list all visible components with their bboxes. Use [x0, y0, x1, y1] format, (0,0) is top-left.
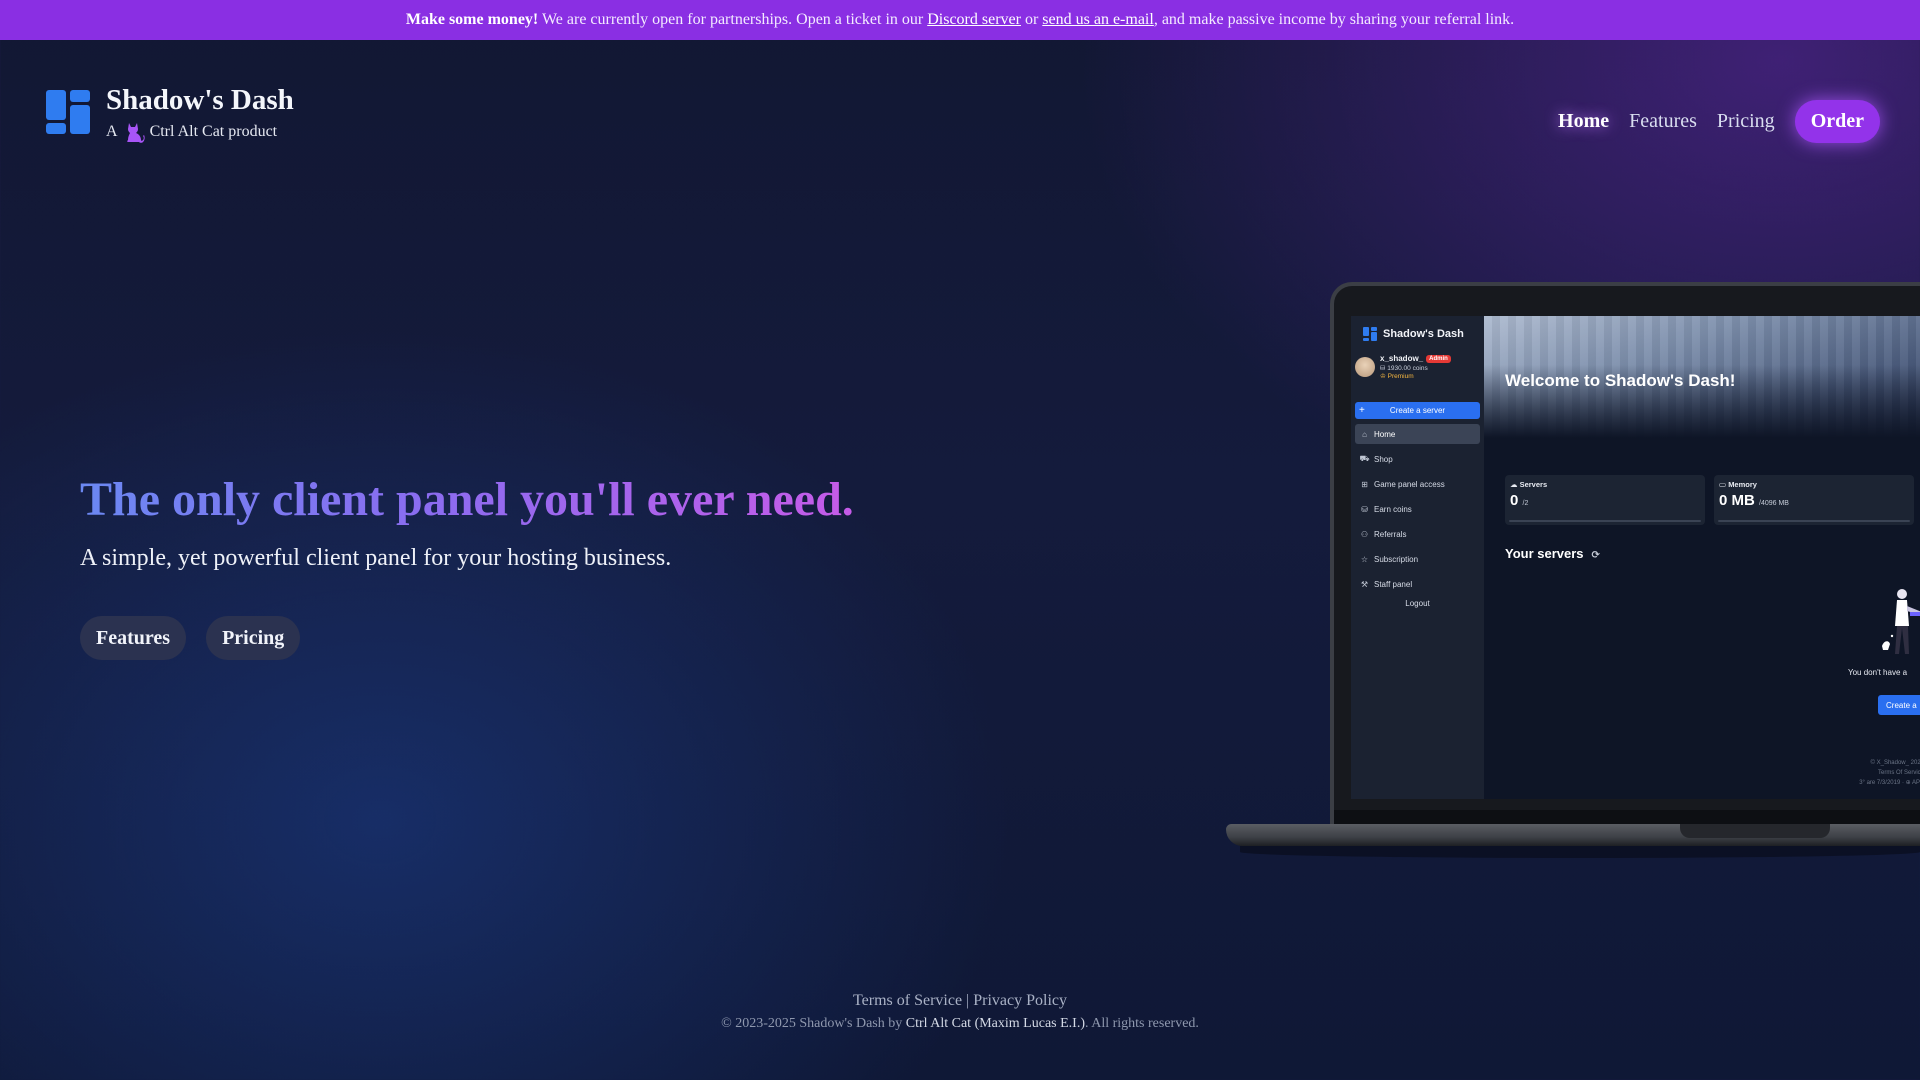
- empty-state-button: Create a: [1878, 695, 1920, 715]
- plus-icon: +: [1359, 405, 1365, 416]
- brand[interactable]: Shadow's Dash A Ctrl Alt Cat product: [46, 84, 294, 144]
- nav-features[interactable]: Features: [1629, 110, 1697, 133]
- servers-stat-label: Servers: [1519, 480, 1548, 489]
- discord-link[interactable]: Discord server: [927, 11, 1021, 29]
- servers-stat-card: ☁ Servers 0 /2: [1505, 475, 1705, 525]
- cloud-icon: ☁: [1510, 480, 1518, 489]
- preview-menu-item: ☆ Subscription: [1355, 549, 1480, 569]
- gamepad-icon: ⊞: [1361, 479, 1368, 489]
- privacy-link[interactable]: Privacy Policy: [973, 992, 1067, 1009]
- laptop-lid-bottom: [1334, 810, 1920, 824]
- banner-text-3: , and make passive income by sharing you…: [1153, 11, 1515, 28]
- preview-logout: Logout: [1405, 599, 1430, 608]
- crown-icon: ♔: [1380, 373, 1386, 380]
- nav-pricing[interactable]: Pricing: [1717, 110, 1775, 133]
- preview-brand: Shadow's Dash: [1363, 327, 1464, 341]
- nav-home[interactable]: Home: [1558, 110, 1609, 133]
- copyright-owner: Ctrl Alt Cat (Maxim Lucas E.I.): [905, 1016, 1085, 1031]
- email-link[interactable]: send us an e-mail: [1042, 11, 1154, 29]
- preview-menu-label: Home: [1374, 429, 1396, 439]
- copyright-prefix: © 2023-2025 Shadow's Dash by: [721, 1016, 906, 1031]
- preview-menu-item: ⚇ Referrals: [1355, 524, 1480, 544]
- servers-stat-value: 0: [1510, 492, 1519, 509]
- memory-progress-bar: [1718, 520, 1910, 522]
- announcement-banner: Make some money! We are currently open f…: [0, 0, 1920, 40]
- preview-footer-line: © X_Shadow_ 2023: [1870, 760, 1920, 766]
- preview-sidebar: Shadow's Dash x_shadow_ Admin ⛁ 1930.00 …: [1351, 316, 1484, 799]
- preview-menu-item: ⊞ Game panel access: [1355, 474, 1480, 494]
- coins-icon: ⛁: [1380, 365, 1386, 372]
- preview-menu-label: Earn coins: [1374, 504, 1412, 514]
- pricing-button[interactable]: Pricing: [206, 616, 301, 660]
- preview-plan: Premium: [1387, 373, 1414, 380]
- preview-menu-item: ⛁ Earn coins: [1355, 499, 1480, 519]
- memory-stat-value: 0 MB: [1719, 492, 1755, 509]
- copyright-suffix: . All rights reserved.: [1084, 1016, 1199, 1031]
- cat-icon: [126, 123, 145, 143]
- brand-subtitle: A Ctrl Alt Cat product: [106, 120, 294, 144]
- preview-create-server-label: Create a server: [1389, 406, 1446, 415]
- banner-lead: Make some money!: [405, 11, 539, 28]
- memory-stat-card: ▭ Memory 0 MB /4096 MB: [1714, 475, 1914, 525]
- star-icon: ☆: [1360, 554, 1369, 564]
- home-icon: ⌂: [1362, 429, 1367, 439]
- preview-welcome: Welcome to Shadow's Dash!: [1505, 371, 1736, 390]
- servers-stat-max: /2: [1522, 500, 1529, 507]
- coins-icon: ⛁: [1361, 504, 1368, 514]
- memory-stat-label: Memory: [1728, 480, 1757, 489]
- preview-menu-label: Staff panel: [1374, 579, 1413, 589]
- hero-subtitle: A simple, yet powerful client panel for …: [80, 545, 672, 571]
- wrench-icon: ⚒: [1360, 579, 1369, 589]
- laptop-shadow: [1240, 846, 1920, 858]
- empty-state-illustration: [1882, 589, 1920, 654]
- preview-menu-label: Referrals: [1374, 529, 1407, 539]
- hero-buttons: Features Pricing: [80, 616, 320, 660]
- preview-menu-item: ⌂ Home: [1355, 424, 1480, 444]
- brand-sub-company: Ctrl Alt Cat product: [149, 123, 278, 140]
- preview-brand-title: Shadow's Dash: [1383, 328, 1464, 340]
- brand-sub-prefix: A: [106, 123, 118, 140]
- laptop-notch: [1680, 824, 1830, 838]
- your-servers-title: Your servers: [1505, 546, 1584, 561]
- dashboard-preview: Shadow's Dash x_shadow_ Admin ⛁ 1930.00 …: [1351, 316, 1920, 799]
- cart-icon: ⛟: [1359, 454, 1370, 463]
- dashboard-icon: [46, 90, 90, 134]
- page-footer: Terms of Service | Privacy Policy © 2023…: [0, 992, 1920, 1032]
- memory-stat-max: /4096 MB: [1759, 500, 1789, 507]
- preview-footer-line: 3° are 7/3/2019 · ⊕ APS: [1859, 780, 1920, 786]
- banner-text-2: or: [1020, 11, 1043, 28]
- preview-menu-label: Subscription: [1374, 554, 1419, 564]
- preview-username: x_shadow_: [1380, 354, 1424, 363]
- preview-user: x_shadow_ Admin ⛁ 1930.00 coins ♔ Premiu…: [1355, 354, 1451, 380]
- preview-footer-line: Terms Of Service: [1877, 770, 1920, 776]
- preview-menu-item: ⚒ Staff panel: [1355, 574, 1480, 594]
- users-icon: ⚇: [1360, 529, 1369, 539]
- preview-create-server-button: + Create a server: [1355, 402, 1480, 419]
- dashboard-icon: [1363, 327, 1377, 341]
- admin-badge: Admin: [1426, 354, 1451, 363]
- preview-coins: 1930.00 coins: [1387, 365, 1428, 372]
- hero-title: The only client panel you'll ever need.: [80, 473, 854, 526]
- banner-text-1: We are currently open for partnerships. …: [538, 11, 928, 28]
- features-button[interactable]: Features: [80, 616, 187, 660]
- preview-menu-item: ⛟ Shop: [1355, 449, 1480, 469]
- preview-menu-label: Game panel access: [1374, 479, 1445, 489]
- preview-footer: © X_Shadow_ 2023 Terms Of Service 3° are…: [1824, 758, 1920, 788]
- refresh-icon: ⟳: [1591, 550, 1600, 561]
- brand-title: Shadow's Dash: [106, 84, 294, 116]
- empty-state-text: You don't have a: [1848, 668, 1908, 677]
- footer-separator: |: [962, 992, 974, 1009]
- memory-icon: ▭: [1719, 480, 1727, 489]
- preview-menu-label: Shop: [1374, 454, 1393, 464]
- order-button[interactable]: Order: [1794, 100, 1880, 143]
- preview-main: Welcome to Shadow's Dash! ☁ Servers 0 /2…: [1484, 316, 1920, 799]
- servers-progress-bar: [1509, 520, 1701, 522]
- avatar: [1355, 357, 1375, 377]
- preview-menu: ⌂ Home ⛟ Shop ⊞ Game panel access ⛁ Earn coi…: [1355, 424, 1480, 599]
- main-nav: Home Features Pricing Order: [1538, 100, 1880, 143]
- terms-link[interactable]: Terms of Service: [853, 992, 962, 1009]
